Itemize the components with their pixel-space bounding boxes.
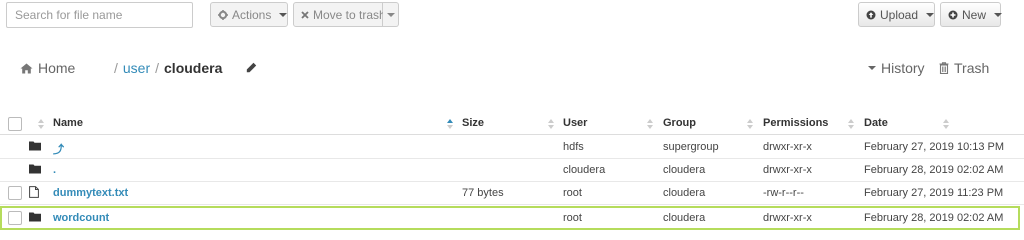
table-row[interactable]: ⤴ hdfs supergroup drwxr-xr-x February 27…: [0, 136, 1024, 159]
table-row-selected[interactable]: wordcount root cloudera drwxr-xr-x Febru…: [0, 206, 1020, 230]
sort-icon[interactable]: [747, 118, 753, 130]
sort-icon[interactable]: [647, 118, 653, 130]
select-all-checkbox[interactable]: [8, 117, 22, 131]
column-header-date[interactable]: Date: [864, 117, 888, 129]
column-header-user[interactable]: User: [563, 117, 587, 129]
cell-user: root: [563, 187, 582, 199]
table-row[interactable]: . cloudera cloudera drwxr-xr-x February …: [0, 159, 1024, 182]
chevron-down-icon: [386, 12, 395, 17]
home-label: Home: [38, 60, 76, 76]
table-header: Name Size User Group Permissions Date: [0, 113, 1024, 135]
upload-label: Upload: [880, 7, 919, 22]
breadcrumb-separator: /: [114, 60, 118, 76]
cell-user: hdfs: [563, 141, 584, 153]
file-name-link[interactable]: .: [53, 164, 56, 176]
column-header-group[interactable]: Group: [663, 117, 696, 129]
close-icon: [301, 10, 309, 19]
breadcrumb-item-current: cloudera: [164, 60, 223, 76]
chevron-down-icon: [994, 12, 1003, 17]
cell-date: February 28, 2019 02:02 AM: [864, 164, 1004, 176]
breadcrumb: / user / cloudera: [114, 60, 222, 76]
trash-link[interactable]: Trash: [939, 60, 989, 76]
table-row[interactable]: dummytext.txt 77 bytes root cloudera -rw…: [0, 182, 1024, 205]
new-button[interactable]: New: [940, 2, 1003, 27]
gear-icon: [218, 9, 228, 20]
file-icon: [29, 186, 39, 198]
sort-ascending-icon[interactable]: [447, 118, 453, 130]
history-link[interactable]: History: [868, 60, 925, 76]
home-icon: [20, 63, 33, 74]
cell-permissions: drwxr-xr-x: [763, 212, 812, 224]
cell-permissions: -rw-r--r--: [763, 187, 804, 199]
move-to-trash-button[interactable]: Move to trash: [293, 2, 386, 27]
column-header-permissions[interactable]: Permissions: [763, 117, 828, 129]
breadcrumb-item-user[interactable]: user: [123, 60, 150, 76]
file-name-link[interactable]: ⤴: [53, 141, 64, 157]
folder-icon: [29, 212, 41, 222]
column-header-name[interactable]: Name: [53, 117, 83, 129]
cell-date: February 27, 2019 11:23 PM: [864, 187, 1004, 199]
sort-icon[interactable]: [943, 118, 949, 130]
history-label: History: [881, 60, 925, 76]
cell-permissions: drwxr-xr-x: [763, 141, 812, 153]
home-link[interactable]: Home: [20, 60, 75, 76]
actions-label: Actions: [232, 7, 272, 22]
move-to-trash-label: Move to trash: [313, 7, 386, 22]
folder-icon: [29, 141, 41, 151]
cell-size: 77 bytes: [462, 187, 504, 199]
cell-group: supergroup: [663, 141, 719, 153]
sort-icon[interactable]: [38, 118, 44, 130]
cell-group: cloudera: [663, 164, 706, 176]
new-label: New: [962, 7, 987, 22]
sort-icon[interactable]: [548, 118, 554, 130]
column-header-size[interactable]: Size: [462, 117, 484, 129]
cell-group: cloudera: [663, 187, 706, 199]
move-to-trash-dropdown-toggle[interactable]: [383, 2, 399, 27]
file-name-link[interactable]: wordcount: [53, 212, 109, 224]
cell-user: cloudera: [563, 164, 606, 176]
row-checkbox[interactable]: [8, 211, 22, 225]
upload-button[interactable]: Upload: [858, 2, 935, 27]
row-checkbox[interactable]: [8, 186, 22, 200]
trash-icon: [939, 62, 949, 74]
actions-button[interactable]: Actions: [210, 2, 288, 27]
cell-date: February 27, 2019 10:13 PM: [864, 141, 1005, 153]
plus-circle-icon: [948, 10, 958, 20]
chevron-down-icon: [279, 12, 288, 17]
trash-label: Trash: [954, 60, 990, 76]
breadcrumb-separator: /: [155, 60, 160, 76]
cell-permissions: drwxr-xr-x: [763, 164, 812, 176]
cell-group: cloudera: [663, 212, 706, 224]
caret-down-icon: [868, 66, 876, 70]
file-name-link[interactable]: dummytext.txt: [53, 187, 128, 199]
sort-icon[interactable]: [848, 118, 854, 130]
search-input[interactable]: [6, 2, 193, 28]
folder-icon: [29, 164, 41, 174]
cell-date: February 28, 2019 02:02 AM: [864, 212, 1004, 224]
edit-path-pencil-icon[interactable]: [246, 62, 257, 76]
upload-icon: [866, 10, 876, 20]
cell-user: root: [563, 212, 582, 224]
chevron-down-icon: [926, 12, 935, 17]
